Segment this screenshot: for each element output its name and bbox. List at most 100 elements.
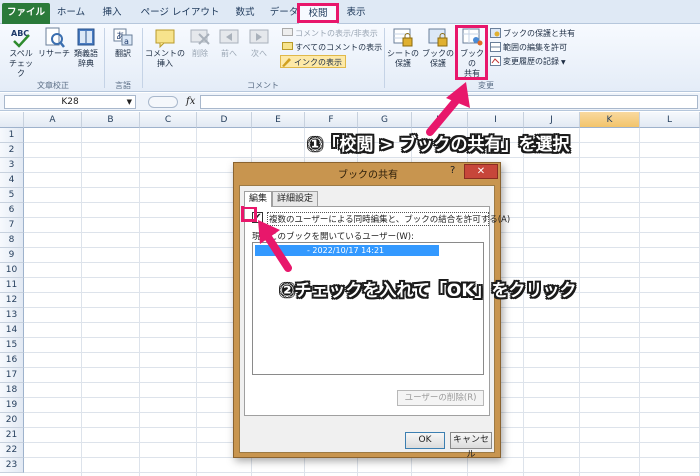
- allow-edit-ranges-label: 範囲の編集を許可: [503, 43, 567, 52]
- track-changes-label: 変更履歴の記録: [503, 57, 559, 66]
- row-header-12[interactable]: 12: [0, 293, 24, 308]
- arrow-right-icon: [248, 26, 270, 48]
- column-header-c[interactable]: C: [140, 112, 197, 128]
- formula-bar-expander[interactable]: [148, 96, 178, 108]
- row-header-8[interactable]: 8: [0, 233, 24, 248]
- column-header-b[interactable]: B: [82, 112, 140, 128]
- group-label-proofing: 文章校正: [37, 81, 69, 90]
- show-hide-comment-button[interactable]: コメントの表示/非表示: [282, 27, 378, 40]
- edit-ranges-icon: [490, 42, 501, 52]
- show-all-comments-label: すべてのコメントの表示: [295, 43, 383, 52]
- allow-edit-ranges-button[interactable]: 範囲の編集を許可: [490, 41, 567, 54]
- group-label-comments: コメント: [247, 81, 279, 90]
- protect-and-share-button[interactable]: ブックの保護と共有: [490, 27, 575, 40]
- column-header-a[interactable]: A: [24, 112, 82, 128]
- row-header-13[interactable]: 13: [0, 308, 24, 323]
- tab-editing[interactable]: 編集: [244, 191, 273, 207]
- column-header-l[interactable]: L: [640, 112, 700, 128]
- row-header-16[interactable]: 16: [0, 353, 24, 368]
- arrow-icon: [426, 82, 470, 136]
- row-header-19[interactable]: 19: [0, 398, 24, 413]
- gridline: [196, 128, 197, 476]
- chevron-down-icon[interactable]: ▼: [127, 96, 132, 108]
- spell-check-button[interactable]: ABC スペル チェック: [6, 26, 36, 79]
- protect-share-icon: [490, 28, 501, 38]
- row-header-6[interactable]: 6: [0, 203, 24, 218]
- insert-comment-button[interactable]: コメントの 挿入: [144, 26, 186, 69]
- row-header-23[interactable]: 23: [0, 458, 24, 473]
- protect-workbook-label-1: ブックの: [422, 49, 454, 58]
- insert-comment-label-1: コメントの: [145, 49, 185, 58]
- highlight-review-tab: [297, 3, 339, 23]
- spell-check-label-1: スペル: [9, 49, 33, 58]
- ok-button[interactable]: OK: [405, 432, 445, 449]
- thesaurus-button[interactable]: 類義語 辞典: [71, 26, 101, 69]
- tab-view[interactable]: 表示: [340, 3, 372, 24]
- column-header-f[interactable]: F: [305, 112, 358, 128]
- delete-comment-button[interactable]: 削除: [187, 26, 213, 59]
- gridline: [639, 128, 640, 476]
- row-header-11[interactable]: 11: [0, 278, 24, 293]
- next-comment-label: 次へ: [251, 49, 267, 58]
- close-button[interactable]: ✕: [464, 164, 498, 179]
- row-header-9[interactable]: 9: [0, 248, 24, 263]
- row-header-18[interactable]: 18: [0, 383, 24, 398]
- protect-workbook-button[interactable]: ブックの 保護: [421, 26, 455, 69]
- help-icon[interactable]: ?: [450, 165, 455, 176]
- group-separator: [142, 28, 143, 88]
- annotation-step-2: ②チェックを入れて「OK」をクリック: [280, 281, 577, 301]
- gridline: [139, 128, 140, 476]
- name-box-value: K28: [61, 97, 79, 107]
- row-header-14[interactable]: 14: [0, 323, 24, 338]
- gridline: [579, 128, 580, 476]
- lock-book-icon: [427, 26, 449, 48]
- tab-page-layout[interactable]: ページ レイアウト: [134, 3, 226, 24]
- name-box[interactable]: K28 ▼: [4, 95, 136, 109]
- show-hide-comment-label: コメントの表示/非表示: [295, 29, 378, 38]
- gridline: [523, 128, 524, 476]
- row-header-20[interactable]: 20: [0, 413, 24, 428]
- previous-comment-button[interactable]: 前へ: [216, 26, 242, 59]
- tab-advanced[interactable]: 詳細設定: [272, 191, 319, 206]
- tab-home[interactable]: ホーム: [52, 3, 90, 24]
- row-header-21[interactable]: 21: [0, 428, 24, 443]
- insert-function-icon[interactable]: fx: [186, 96, 195, 107]
- research-button[interactable]: リサーチ: [37, 26, 71, 59]
- tab-insert[interactable]: 挿入: [92, 3, 132, 24]
- thesaurus-label-2: 辞典: [78, 59, 94, 68]
- show-ink-button[interactable]: インクの表示: [280, 55, 346, 68]
- column-header-j[interactable]: J: [524, 112, 580, 128]
- row-header-17[interactable]: 17: [0, 368, 24, 383]
- row-header-3[interactable]: 3: [0, 158, 24, 173]
- row-header-1[interactable]: 1: [0, 128, 24, 143]
- column-header-k[interactable]: K: [580, 112, 640, 128]
- row-header-4[interactable]: 4: [0, 173, 24, 188]
- row-header-15[interactable]: 15: [0, 338, 24, 353]
- row-header-7[interactable]: 7: [0, 218, 24, 233]
- chevron-down-icon: ▼: [561, 59, 566, 66]
- translate-button[interactable]: あa 翻訳: [107, 26, 139, 59]
- gridline: [24, 157, 700, 158]
- protect-sheet-button[interactable]: シートの 保護: [386, 26, 420, 69]
- column-header-d[interactable]: D: [197, 112, 252, 128]
- row-header-22[interactable]: 22: [0, 443, 24, 458]
- tab-file[interactable]: ファイル: [2, 3, 50, 24]
- group-separator: [104, 28, 105, 88]
- remove-user-button[interactable]: ユーザーの削除(R): [397, 390, 484, 406]
- column-header-e[interactable]: E: [252, 112, 305, 128]
- track-changes-button[interactable]: 変更履歴の記録 ▼: [490, 55, 566, 68]
- next-comment-button[interactable]: 次へ: [246, 26, 272, 59]
- select-all-corner[interactable]: [0, 112, 24, 128]
- cancel-button[interactable]: キャンセル: [450, 432, 492, 460]
- translate-label: 翻訳: [115, 49, 131, 58]
- tab-formulas[interactable]: 数式: [228, 3, 262, 24]
- row-header-5[interactable]: 5: [0, 188, 24, 203]
- column-header-g[interactable]: G: [358, 112, 412, 128]
- research-icon: [43, 26, 65, 48]
- show-all-comments-button[interactable]: すべてのコメントの表示: [282, 41, 382, 54]
- allow-multiuser-label[interactable]: 複数のユーザーによる同時編集と、ブックの結合を許可する(A): [267, 212, 510, 226]
- group-separator: [384, 28, 385, 88]
- new-comment-icon: [154, 26, 176, 49]
- row-header-10[interactable]: 10: [0, 263, 24, 278]
- row-header-2[interactable]: 2: [0, 143, 24, 158]
